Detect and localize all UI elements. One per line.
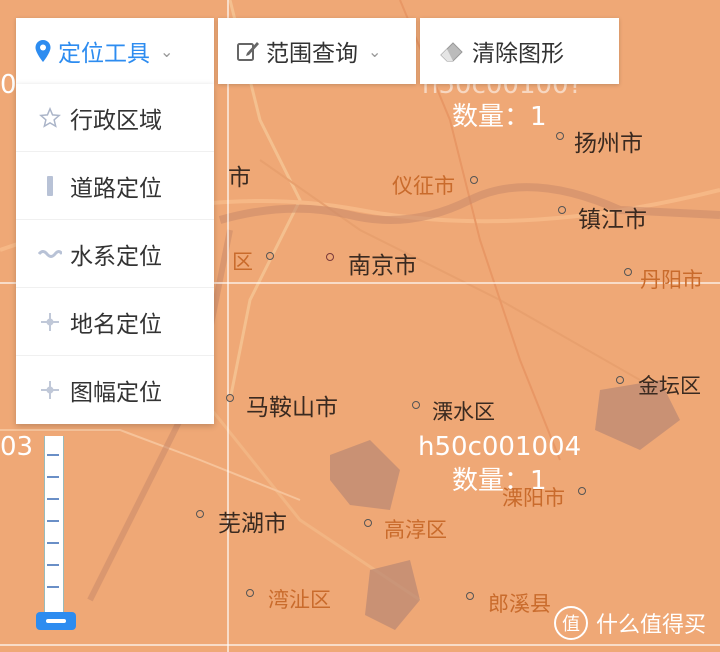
- map-label-wuhu: 芜湖市: [218, 511, 287, 537]
- menu-item-road[interactable]: 道路定位: [16, 152, 214, 220]
- menu-item-label: 水系定位: [70, 243, 162, 270]
- locate-tool-button[interactable]: 定位工具 ⌄: [16, 18, 214, 84]
- map-label-yangzhou: 扬州市: [574, 131, 643, 157]
- map-label-nanjing: 南京市: [348, 253, 417, 279]
- clear-shapes-button[interactable]: 清除图形: [420, 18, 619, 84]
- chevron-down-icon: ⌄: [160, 41, 174, 61]
- place-icon: [38, 310, 62, 334]
- watermark: 值 什么值得买: [553, 606, 706, 640]
- map-label-danyang: 丹阳市: [640, 268, 703, 292]
- grid-cell-count: 数量：1: [452, 466, 547, 496]
- city-marker: [364, 519, 372, 527]
- city-marker: [266, 252, 274, 260]
- city-marker: [556, 132, 564, 140]
- map-label-partial-district: 区: [232, 250, 253, 274]
- water-icon: [38, 242, 62, 266]
- star-icon: [38, 106, 62, 130]
- smzdm-logo-icon: 值: [553, 606, 588, 640]
- map-label-zhenjiang: 镇江市: [578, 207, 647, 233]
- menu-item-label: 行政区域: [70, 107, 162, 134]
- zoom-tick: [47, 454, 59, 456]
- city-marker: [616, 376, 624, 384]
- edit-icon: [237, 42, 259, 61]
- zoom-tick: [47, 542, 59, 544]
- eraser-icon: [440, 42, 463, 62]
- menu-item-admin-region[interactable]: 行政区域: [16, 84, 214, 152]
- zoom-tick: [47, 476, 59, 478]
- zoom-tick: [47, 586, 59, 588]
- grid-edge-label: 0: [0, 70, 17, 100]
- map-label-gaochun: 高淳区: [384, 518, 447, 542]
- city-marker: [466, 592, 474, 600]
- grid-cell-id: h50c001004: [418, 432, 582, 462]
- menu-item-label: 道路定位: [70, 175, 162, 202]
- map-label-maanshan: 马鞍山市: [246, 395, 338, 421]
- map-label-langxi: 郎溪县: [488, 592, 551, 616]
- zoom-tick: [47, 498, 59, 500]
- city-marker: [226, 394, 234, 402]
- capital-marker: [326, 253, 334, 261]
- menu-item-place-name[interactable]: 地名定位: [16, 288, 214, 356]
- menu-item-label: 图幅定位: [70, 380, 162, 406]
- zoom-tick: [47, 564, 59, 566]
- city-marker: [624, 268, 632, 276]
- city-marker: [196, 510, 204, 518]
- chevron-down-icon: ⌄: [368, 41, 382, 61]
- zoom-slider-handle[interactable]: [36, 612, 76, 630]
- city-marker: [470, 176, 478, 184]
- minus-icon: [46, 619, 66, 623]
- city-marker: [246, 589, 254, 597]
- clear-shapes-label: 清除图形: [472, 41, 564, 67]
- sheet-icon: [38, 378, 62, 402]
- zoom-tick: [47, 520, 59, 522]
- range-query-label: 范围查询: [266, 41, 358, 67]
- map-label-partial-city: 市: [228, 165, 251, 191]
- range-query-button[interactable]: 范围查询 ⌄: [218, 18, 416, 84]
- road-icon: [38, 174, 62, 198]
- locate-tool-dropdown: 行政区域 道路定位 水系定位 地名定位 图幅定位: [16, 84, 214, 424]
- menu-item-map-sheet[interactable]: 图幅定位: [16, 356, 214, 424]
- zoom-slider[interactable]: [44, 436, 64, 616]
- map-pin-icon: [35, 40, 51, 62]
- menu-item-water[interactable]: 水系定位: [16, 220, 214, 288]
- city-marker: [578, 487, 586, 495]
- city-marker: [558, 206, 566, 214]
- map-label-yizheng: 仪征市: [392, 174, 455, 198]
- map-label-jintan: 金坛区: [638, 374, 701, 398]
- menu-item-label: 地名定位: [70, 311, 162, 338]
- map-label-wanzhi: 湾沚区: [268, 588, 331, 612]
- grid-cell-count: 数量：1: [452, 102, 547, 132]
- watermark-text: 什么值得买: [595, 613, 706, 638]
- locate-tool-label: 定位工具: [58, 41, 150, 67]
- grid-edge-label: 03: [0, 432, 34, 462]
- map-label-lishui: 溧水区: [432, 400, 495, 424]
- city-marker: [412, 401, 420, 409]
